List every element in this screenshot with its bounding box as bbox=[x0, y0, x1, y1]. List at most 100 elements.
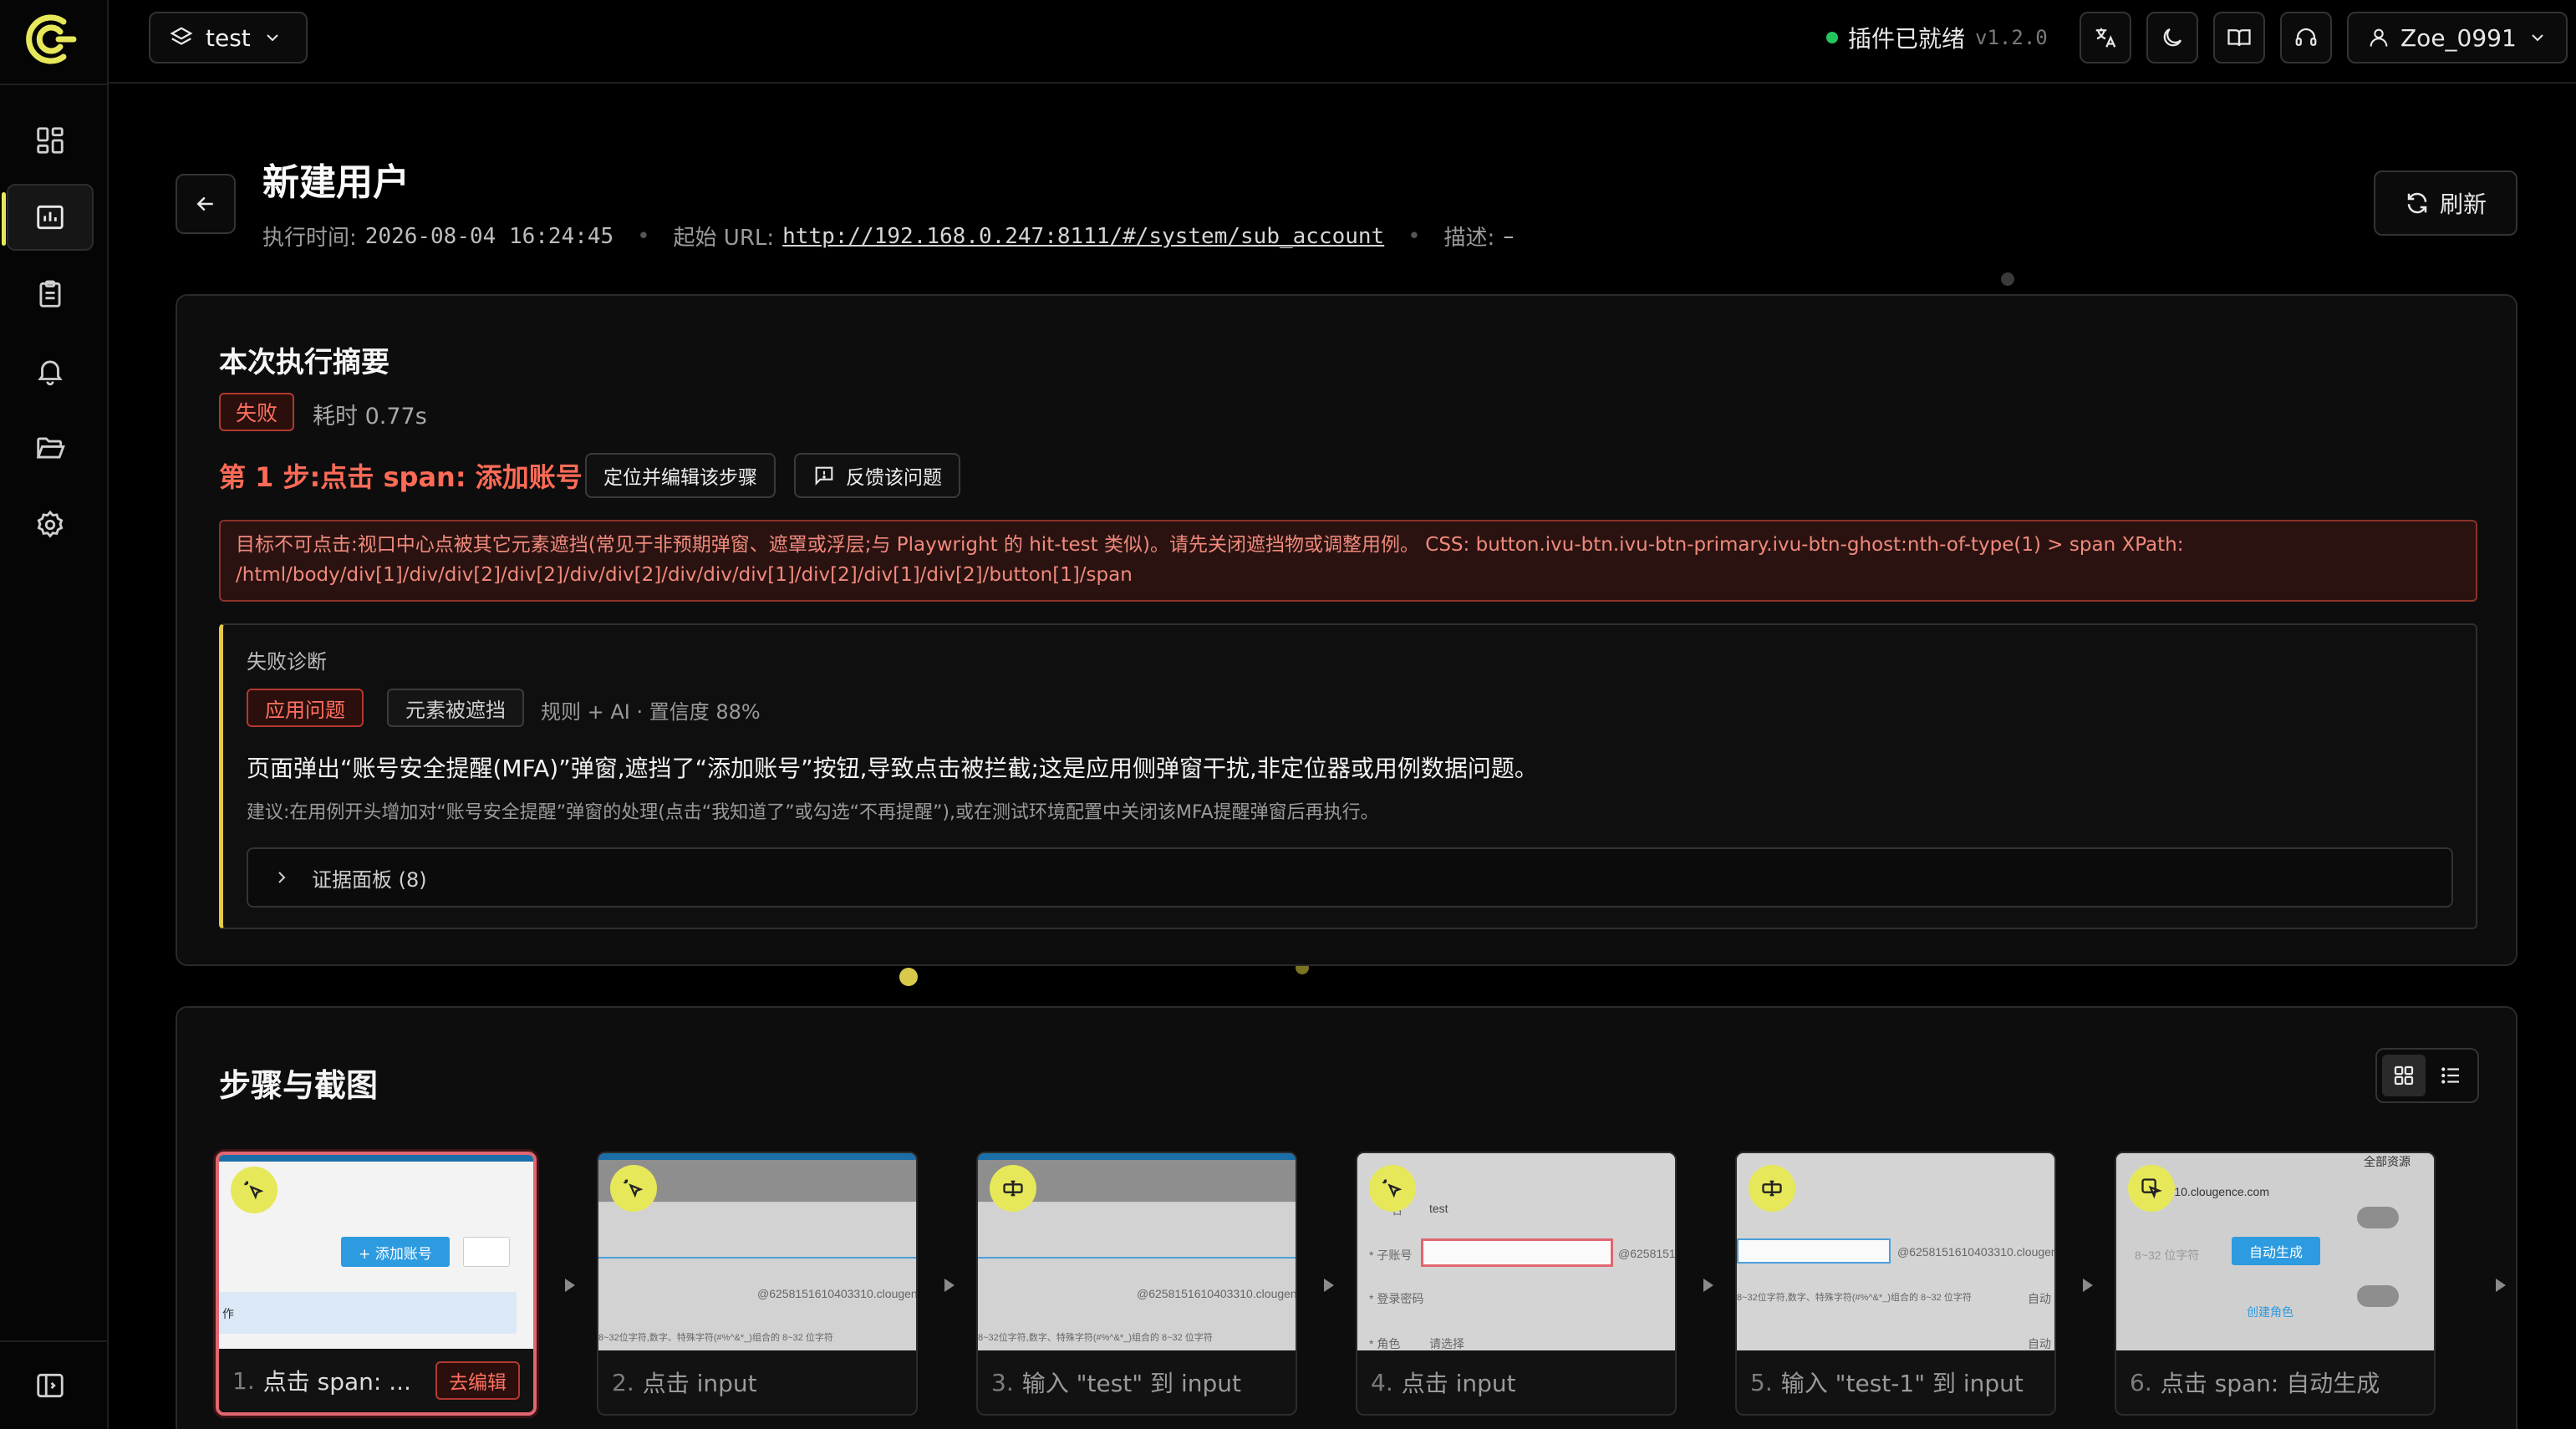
headset-icon bbox=[2295, 28, 2317, 46]
sidebar-item-settings[interactable] bbox=[7, 491, 94, 558]
summary-title: 本次执行摘要 bbox=[219, 346, 389, 379]
screenshot-focus-line bbox=[598, 1257, 916, 1259]
user-menu[interactable]: Zoe_0991 bbox=[2347, 12, 2568, 64]
start-url-link[interactable]: http://192.168.0.247:8111/#/system/sub_a… bbox=[782, 224, 1384, 249]
refresh-icon bbox=[2407, 192, 2427, 214]
plugin-version: v1.2.0 bbox=[1975, 26, 2048, 49]
step-label: 点击 span: ... bbox=[262, 1368, 411, 1396]
screenshot-row-label: 作 bbox=[222, 1307, 234, 1320]
docs-button[interactable] bbox=[2213, 12, 2265, 64]
grid-view-button[interactable] bbox=[2382, 1055, 2426, 1096]
screenshot-all-resources: 全部资源 bbox=[2364, 1155, 2411, 1168]
step-card-6[interactable]: 1 03310.clougence.com 全部资源 8~32 位字符 自动生成… bbox=[2115, 1152, 2436, 1416]
feedback-label: 反馈该问题 bbox=[846, 467, 942, 489]
locate-edit-step-button[interactable]: 定位并编辑该步骤 bbox=[585, 453, 776, 498]
screenshot-email-suffix: @6258151610403310.clougence.com bbox=[1897, 1245, 2054, 1259]
step-card-4[interactable]: 名 test * 子账号 @6258151610403310.clougence… bbox=[1356, 1152, 1677, 1416]
screenshot-hint: 8~32位字符,数字、特殊字符(#%^&*_)组合的 8~32 位字符 bbox=[598, 1333, 833, 1343]
app-logo[interactable] bbox=[20, 13, 77, 65]
arrow-left-icon bbox=[196, 196, 213, 211]
status-badge: 失败 bbox=[219, 393, 295, 431]
plugin-status-text: 插件已就绪 bbox=[1848, 25, 1966, 53]
evidence-label: 证据面板 (8) bbox=[312, 867, 427, 892]
exec-time: 2026-08-04 16:24:45 bbox=[364, 223, 614, 249]
screenshot-email-suffix: @6258151610403310.clougence bbox=[1618, 1247, 1675, 1260]
page-title: 新建用户 bbox=[262, 161, 410, 204]
screenshot-name-value: test bbox=[1429, 1202, 1448, 1215]
step-card-2[interactable]: @6258151610403310.clougence 8~32位字符,数字、特… bbox=[597, 1152, 918, 1416]
step-arrow bbox=[1703, 1279, 1713, 1292]
sidebar-item-dashboard[interactable] bbox=[7, 107, 94, 174]
gear-icon bbox=[37, 510, 64, 538]
cause-tag: 元素被遮挡 bbox=[387, 689, 524, 727]
screenshot-toggle bbox=[2357, 1285, 2399, 1307]
back-button[interactable] bbox=[176, 174, 236, 234]
screenshot-select: 请选择 bbox=[1429, 1337, 1464, 1350]
step-number: 4. bbox=[1371, 1368, 1393, 1396]
screenshot-refresh bbox=[463, 1237, 510, 1267]
top-bar: test 插件已就绪 v1.2.0 Zoe_0991 bbox=[109, 0, 2576, 84]
pointer-icon bbox=[2128, 1165, 2175, 1212]
run-meta: 执行时间: 2026-08-04 16:24:45 • 起始 URL: http… bbox=[262, 221, 1514, 252]
meta-separator: • bbox=[637, 223, 650, 249]
chevron-right-icon bbox=[278, 872, 286, 883]
sidebar-item-reports[interactable] bbox=[2, 184, 94, 251]
failed-step-heading: 第 1 步:点击 span: 添加账号 bbox=[219, 461, 583, 493]
step-arrow bbox=[2083, 1279, 2093, 1292]
diagnosis-suggestion: 建议:在用例开头增加对“账号安全提醒”弹窗的处理(点击“我知道了”或勾选“不再提… bbox=[247, 802, 1379, 823]
sidebar-item-cases[interactable] bbox=[7, 261, 94, 328]
sidebar bbox=[0, 0, 109, 1429]
steps-title: 步骤与截图 bbox=[219, 1067, 379, 1104]
plugin-status: 插件已就绪 v1.2.0 bbox=[1826, 20, 2048, 55]
screenshot-auto-short2: 自动 bbox=[2028, 1337, 2051, 1350]
step-label: 输入 "test-1" 到 input bbox=[1780, 1370, 2024, 1397]
screenshot-sub-account: * 子账号 bbox=[1369, 1248, 1413, 1262]
execution-summary-card: 本次执行摘要 失败 耗时 0.77s 第 1 步:点击 span: 添加账号 定… bbox=[176, 294, 2517, 966]
start-url-label: 起始 URL: bbox=[673, 226, 775, 251]
sidebar-divider bbox=[0, 84, 109, 85]
step-number: 3. bbox=[991, 1368, 1014, 1396]
dashboard-icon bbox=[37, 127, 64, 154]
step-card-1[interactable]: + 添加账号 作 1. 点击 span: ... 去编辑 bbox=[216, 1152, 537, 1416]
screenshot-hint-short: 8~32 位字符 bbox=[2135, 1248, 2200, 1262]
step-number: 6. bbox=[2130, 1368, 2152, 1396]
sidebar-item-files[interactable] bbox=[7, 414, 94, 481]
step-footer: 1. 点击 span: ... 去编辑 bbox=[219, 1349, 533, 1412]
step-label: 输入 "test" 到 input bbox=[1021, 1370, 1241, 1397]
step-number: 1. bbox=[232, 1366, 255, 1395]
step-footer: 4. 点击 input bbox=[1357, 1350, 1675, 1414]
chevron-down-icon bbox=[2532, 34, 2543, 42]
evidence-panel-toggle[interactable]: 证据面板 (8) bbox=[247, 847, 2453, 908]
step-card-5[interactable]: @6258151610403310.clougence.com 8~32位字符,… bbox=[1735, 1152, 2056, 1416]
list-view-button[interactable] bbox=[2429, 1055, 2472, 1096]
sidebar-collapse-button[interactable] bbox=[7, 1352, 94, 1419]
screenshot-auto-generate: 自动生成 bbox=[2232, 1237, 2320, 1265]
category-tag: 应用问题 bbox=[247, 689, 364, 727]
diagnosis-title: 失败诊断 bbox=[247, 650, 327, 674]
step-card-3[interactable]: @6258151610403310.clougence 8~32位字符,数字、特… bbox=[976, 1152, 1297, 1416]
go-edit-button[interactable]: 去编辑 bbox=[435, 1361, 520, 1400]
decor-dot bbox=[2001, 272, 2014, 286]
step-footer: 5. 输入 "test-1" 到 input bbox=[1737, 1350, 2054, 1414]
screenshot-role: * 角色 bbox=[1369, 1337, 1401, 1350]
screenshot-hint: 8~32位字符,数字、特殊字符(#%^&*_)组合的 8~32 位字符 bbox=[978, 1333, 1213, 1343]
exec-time-label: 执行时间: bbox=[262, 226, 357, 251]
book-icon bbox=[2227, 29, 2251, 47]
clipboard-icon bbox=[39, 280, 61, 308]
sidebar-item-notifications[interactable] bbox=[7, 338, 94, 404]
screenshot-focus-line bbox=[978, 1257, 1296, 1259]
refresh-button[interactable]: 刷新 bbox=[2374, 170, 2517, 236]
screenshot-toggle bbox=[2357, 1207, 2399, 1228]
language-button[interactable] bbox=[2080, 12, 2131, 64]
screenshot-topbar bbox=[598, 1153, 916, 1160]
support-button[interactable] bbox=[2280, 12, 2332, 64]
feedback-button[interactable]: 反馈该问题 bbox=[794, 453, 960, 498]
confidence: 规则 + AI · 置信度 88% bbox=[541, 700, 761, 724]
step-arrow bbox=[1324, 1279, 1334, 1292]
status-dot bbox=[1826, 32, 1838, 43]
bell-icon bbox=[38, 360, 63, 386]
theme-toggle-button[interactable] bbox=[2146, 12, 2198, 64]
screenshot-topbar bbox=[978, 1153, 1296, 1160]
step-arrow bbox=[2496, 1279, 2506, 1292]
project-selector[interactable]: test bbox=[149, 12, 308, 64]
